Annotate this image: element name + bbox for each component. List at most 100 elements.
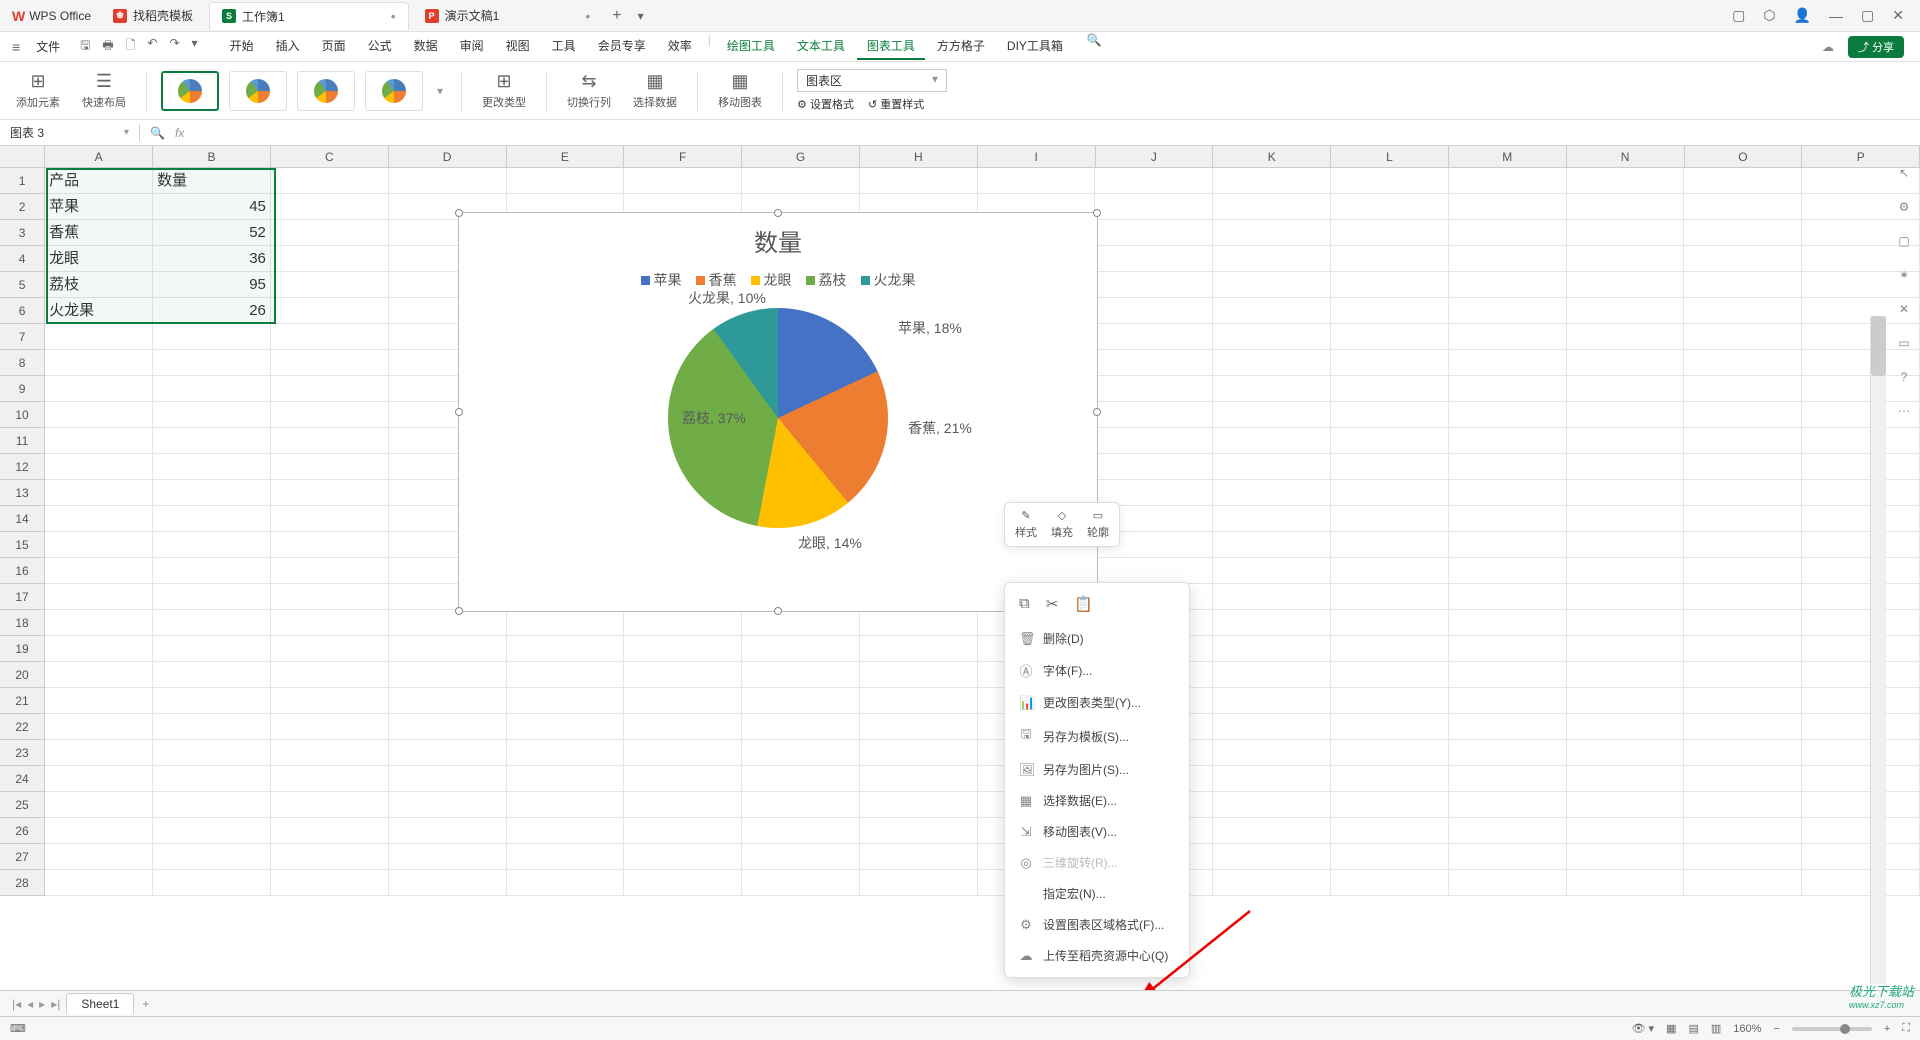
menu-diy[interactable]: DIY工具箱 [997,33,1073,60]
cell-L9[interactable] [1331,376,1449,402]
cell-B21[interactable] [153,688,271,714]
cell-P15[interactable] [1802,532,1920,558]
ctx-format-area[interactable]: ⚙设置图表区域格式(F)... [1005,909,1189,940]
cell-H25[interactable] [860,792,978,818]
cell-K5[interactable] [1213,272,1331,298]
cell-B20[interactable] [153,662,271,688]
col-header[interactable]: A [45,146,153,167]
cell-M26[interactable] [1449,818,1567,844]
col-header[interactable]: F [624,146,742,167]
cell-M2[interactable] [1449,194,1567,220]
window-restore-icon[interactable]: ▢ [1732,7,1745,24]
fullscreen-icon[interactable]: ⛶ [1902,1022,1910,1035]
cell-O9[interactable] [1684,376,1802,402]
close-icon[interactable]: ✕ [1892,7,1904,24]
cell-A8[interactable] [45,350,153,376]
cell-L17[interactable] [1331,584,1449,610]
cell-O16[interactable] [1684,558,1802,584]
row-header[interactable]: 1 [0,168,45,194]
cell-J8[interactable] [1095,350,1213,376]
cell-B1[interactable]: 数量 [153,168,271,194]
cell-A19[interactable] [45,636,153,662]
undo-icon[interactable]: ↶ [147,36,157,57]
cell-A21[interactable] [45,688,153,714]
cell-O10[interactable] [1684,402,1802,428]
cell-G23[interactable] [742,740,860,766]
settings-icon[interactable]: ⚙ [1899,200,1910,214]
row-header[interactable]: 3 [0,220,45,246]
cell-B3[interactable]: 52 [153,220,271,246]
ctx-save-template[interactable]: 🖫另存为模板(S)... [1005,718,1189,754]
cell-C13[interactable] [271,480,389,506]
maximize-icon[interactable]: ▢ [1861,7,1874,24]
tab-workbook[interactable]: S 工作簿1 • [209,2,409,30]
row-header[interactable]: 5 [0,272,45,298]
row-header[interactable]: 24 [0,766,45,792]
cell-P24[interactable] [1802,766,1920,792]
share-button[interactable]: ⤴ 分享 [1848,36,1904,58]
cell-N25[interactable] [1567,792,1685,818]
zoom-formula-icon[interactable]: 🔍 [150,126,165,140]
row-header[interactable]: 19 [0,636,45,662]
cell-A4[interactable]: 龙眼 [45,246,153,272]
cell-L24[interactable] [1331,766,1449,792]
add-element-button[interactable]: ⊞添加元素 [10,69,66,112]
cell-O12[interactable] [1684,454,1802,480]
ctx-delete[interactable]: 🗑删除(D) [1005,623,1189,654]
cell-P22[interactable] [1802,714,1920,740]
cell-A24[interactable] [45,766,153,792]
row-header[interactable]: 2 [0,194,45,220]
col-header[interactable]: L [1331,146,1449,167]
cell-N26[interactable] [1567,818,1685,844]
chart-object[interactable]: 数量 苹果 香蕉 龙眼 荔枝 火龙果 苹果, 18% 香蕉, 21% 龙眼, 1… [458,212,1098,612]
row-header[interactable]: 17 [0,584,45,610]
zoom-out-icon[interactable]: − [1773,1023,1779,1035]
cell-L28[interactable] [1331,870,1449,896]
cell-A12[interactable] [45,454,153,480]
cell-M19[interactable] [1449,636,1567,662]
cell-O24[interactable] [1684,766,1802,792]
cell-L19[interactable] [1331,636,1449,662]
row-header[interactable]: 11 [0,428,45,454]
cell-H19[interactable] [860,636,978,662]
cell-N9[interactable] [1567,376,1685,402]
menu-view[interactable]: 视图 [496,33,540,60]
cell-D1[interactable] [389,168,507,194]
cell-H26[interactable] [860,818,978,844]
float-outline[interactable]: ▭轮廓 [1087,509,1109,540]
cell-N14[interactable] [1567,506,1685,532]
cell-J12[interactable] [1095,454,1213,480]
ctx-upload-docer[interactable]: ☁上传至稻壳资源中心(Q) [1005,940,1189,971]
move-chart-button[interactable]: ▦移动图表 [712,69,768,112]
cell-E26[interactable] [507,818,625,844]
print-preview-icon[interactable]: 🗋 [126,36,136,57]
cell-M15[interactable] [1449,532,1567,558]
row-header[interactable]: 15 [0,532,45,558]
copy-icon[interactable]: ⧉ [1019,595,1030,613]
paste-icon[interactable]: 📋 [1074,595,1093,613]
cell-B4[interactable]: 36 [153,246,271,272]
cell-K3[interactable] [1213,220,1331,246]
cell-B22[interactable] [153,714,271,740]
cell-A13[interactable] [45,480,153,506]
cell-A7[interactable] [45,324,153,350]
cell-M17[interactable] [1449,584,1567,610]
cell-A17[interactable] [45,584,153,610]
cell-B13[interactable] [153,480,271,506]
cell-A20[interactable] [45,662,153,688]
cell-H28[interactable] [860,870,978,896]
avatar-icon[interactable]: 👤 [1794,7,1811,24]
cell-M16[interactable] [1449,558,1567,584]
cloud-icon[interactable]: ☁ [1822,40,1834,54]
cell-K10[interactable] [1213,402,1331,428]
row-header[interactable]: 7 [0,324,45,350]
cell-K18[interactable] [1213,610,1331,636]
cell-A11[interactable] [45,428,153,454]
print-icon[interactable]: 🖶 [102,36,113,57]
cell-A26[interactable] [45,818,153,844]
cell-M10[interactable] [1449,402,1567,428]
cell-D22[interactable] [389,714,507,740]
cell-K22[interactable] [1213,714,1331,740]
sheet-first-icon[interactable]: |◂ [12,997,21,1011]
tab-list[interactable]: ▾ [630,9,652,23]
